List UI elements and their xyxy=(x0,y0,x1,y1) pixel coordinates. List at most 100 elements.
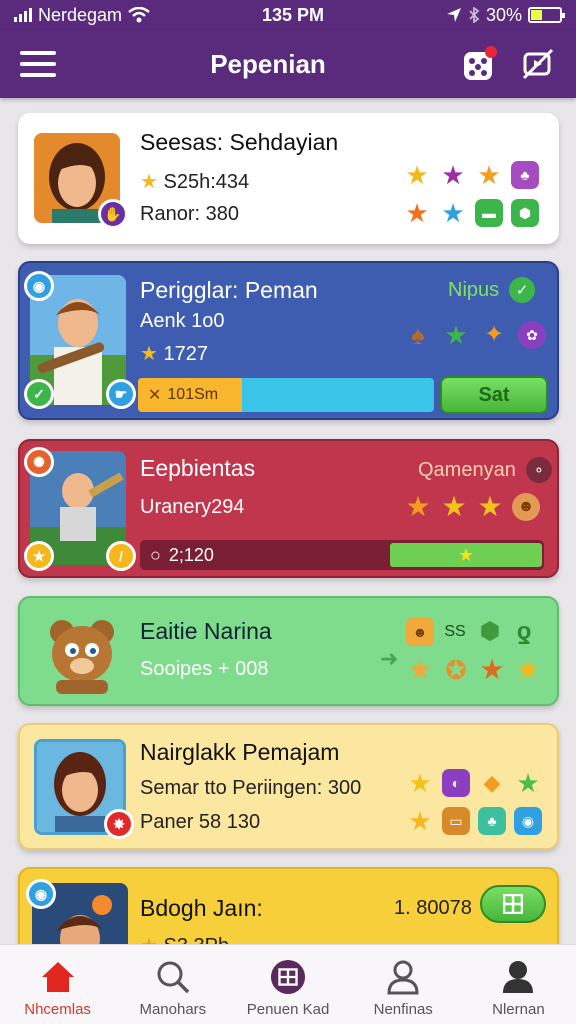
status-badge: Nipus ✓ xyxy=(448,277,536,303)
status-label: Qamenyan xyxy=(418,458,516,481)
bottom-nav: Nhcemlas Manohars Penuen Kad Nenfinas Nl… xyxy=(0,944,576,1024)
hamburger-menu-icon[interactable] xyxy=(20,51,56,77)
star-icon: ★ xyxy=(441,160,465,190)
progress-label: 2;120 xyxy=(168,544,214,565)
ticket-icon: ▬ xyxy=(475,199,503,227)
card-stat: ★ S25h:434 xyxy=(140,171,250,193)
sword-icon: / xyxy=(106,541,136,571)
figure-icon: ✪ xyxy=(445,655,467,685)
card-value: 1. 80078 xyxy=(394,897,472,919)
nav-label: Manohars xyxy=(139,1001,207,1018)
nav-home[interactable]: Nhcemlas xyxy=(0,945,115,1024)
creature-icon: ☻ xyxy=(406,618,434,646)
hand-badge-icon: ✋ xyxy=(98,199,128,229)
grid-icon xyxy=(270,959,306,995)
list-item[interactable]: Eaitie Narina Sooipes + 008 ➜ ☻ SS ⬢ ƍ ★… xyxy=(18,596,559,706)
star-icon: ★ xyxy=(405,160,429,190)
gem-icon: ♣ xyxy=(511,161,539,189)
grid-button[interactable] xyxy=(480,885,546,923)
user-icon xyxy=(500,959,536,995)
battery-percent: 30% xyxy=(485,4,522,25)
avatar: ✸ xyxy=(34,739,134,839)
avatar: ◉ xyxy=(26,879,128,944)
dice-icon[interactable] xyxy=(460,44,500,84)
start-button[interactable]: Sat xyxy=(440,376,548,414)
star-icon: ★ xyxy=(408,806,432,836)
signal-icon xyxy=(14,8,32,22)
wifi-icon xyxy=(128,7,150,23)
status-time: 135 PM xyxy=(261,4,325,25)
star-icon: ★ xyxy=(408,768,432,798)
status-label: Nipus xyxy=(448,278,500,301)
status-badge: Qamenyan ⚬ xyxy=(418,457,552,483)
list-item[interactable]: ✋ Seesas: Sehdayian ★ S25h:434 Ranor: 38… xyxy=(18,113,559,244)
card-subtitle: Semar tto Periingen: 300 xyxy=(140,777,362,799)
progress-text: ○ 2;120 xyxy=(150,540,214,570)
chest-icon: ▭ xyxy=(442,807,470,835)
card-rank: Ranor: 380 xyxy=(140,203,239,225)
reward-icons: ★ ◐ ◆ ★ ★ ▭ ♣ ◉ xyxy=(406,769,542,835)
check-icon: ✓ xyxy=(24,379,54,409)
nav-label: Nhcemlas xyxy=(24,1001,91,1018)
badge-icon: ◉ xyxy=(514,807,542,835)
nav-account[interactable]: Nlernan xyxy=(461,945,576,1024)
leaf-icon: ♠ xyxy=(411,320,425,350)
mute-icon[interactable] xyxy=(518,44,558,84)
star-icon: ★ xyxy=(515,654,541,685)
nav-label: Nenfinas xyxy=(373,1001,433,1018)
card-stat: ★ S3 3Ph xyxy=(140,933,229,944)
nav-grid[interactable]: Penuen Kad xyxy=(230,945,345,1024)
magic-icon: ☛ xyxy=(106,379,136,409)
page-title: Pepenian xyxy=(210,48,326,79)
leaf-icon: ƍ xyxy=(516,618,532,645)
status-bar: Nerdegam 135 PM 30% xyxy=(0,0,576,30)
location-icon xyxy=(446,8,461,22)
star-icon: ★ xyxy=(477,160,501,190)
arrow-icon: ➜ xyxy=(380,646,399,671)
status-right: 30% xyxy=(402,4,565,26)
star-badge-icon: ✸ xyxy=(104,809,134,839)
shield-icon: ⬢ xyxy=(479,618,501,645)
star-icon: ★ xyxy=(441,491,467,522)
list-item[interactable]: ◉ Bdogh Jaın: 1. 80078 ★ S3 3Ph xyxy=(18,867,559,944)
star-icon: ★ xyxy=(477,491,503,522)
avatar: ◉ ✓ ☛ xyxy=(24,271,136,409)
fire-icon: ✺ xyxy=(24,447,54,477)
shield-icon: ⬢ xyxy=(511,199,539,227)
star-icon: ★ xyxy=(444,320,468,350)
list-item[interactable]: ✺ ★ / Eepbientas Uranery294 Qamenyan ⚬ ★… xyxy=(18,439,559,578)
badge-icon: ◉ xyxy=(26,879,56,909)
nav-search[interactable]: Manohars xyxy=(115,945,230,1024)
nav-profile[interactable]: Nenfinas xyxy=(346,945,461,1024)
card-subtitle: Aenk 1o0 xyxy=(140,310,225,332)
battery-icon xyxy=(528,7,565,23)
list-item[interactable]: ✸ Nairglakk Pemajam Semar tto Periingen:… xyxy=(18,723,559,850)
nav-label: Nlernan xyxy=(492,1001,545,1018)
star-icon: ★ xyxy=(405,198,429,228)
timer-icon: ○ xyxy=(150,544,161,565)
gift-icon: ♣ xyxy=(478,807,506,835)
card-title: Perigglar: Peman xyxy=(140,277,318,303)
gem-icon: ◐ xyxy=(442,769,470,797)
reward-count: SS xyxy=(444,623,466,640)
card-stat-value: S25h:434 xyxy=(163,171,250,193)
progress-bar: ✕ 101Sm xyxy=(138,378,434,412)
star-icon: ★ xyxy=(441,198,465,228)
bluetooth-icon xyxy=(469,7,480,23)
nav-label: Penuen Kad xyxy=(246,1001,330,1018)
search-icon xyxy=(155,959,191,995)
person-icon xyxy=(385,959,421,995)
progress-fill: ★ xyxy=(390,543,542,567)
figure-icon: ✦ xyxy=(483,321,505,348)
list-item[interactable]: ◉ ✓ ☛ Perigglar: Peman Aenk 1o0 ★ 1727 N… xyxy=(18,261,559,420)
info-icon: ⚬ xyxy=(525,457,552,483)
avatar xyxy=(36,608,128,696)
gear-icon: ✿ xyxy=(518,321,546,349)
reward-icons: ★ ★ ★ ☻ xyxy=(404,493,540,521)
card-title: Nairglakk Pemajam xyxy=(140,739,340,765)
game-list: ✋ Seesas: Sehdayian ★ S25h:434 Ranor: 38… xyxy=(0,98,576,944)
star-icon: ★ xyxy=(479,654,505,685)
star-icon: ★ xyxy=(516,768,540,798)
card-subtitle: Sooipes + 008 xyxy=(140,658,269,680)
card-title: Seesas: Sehdayian xyxy=(140,129,339,155)
